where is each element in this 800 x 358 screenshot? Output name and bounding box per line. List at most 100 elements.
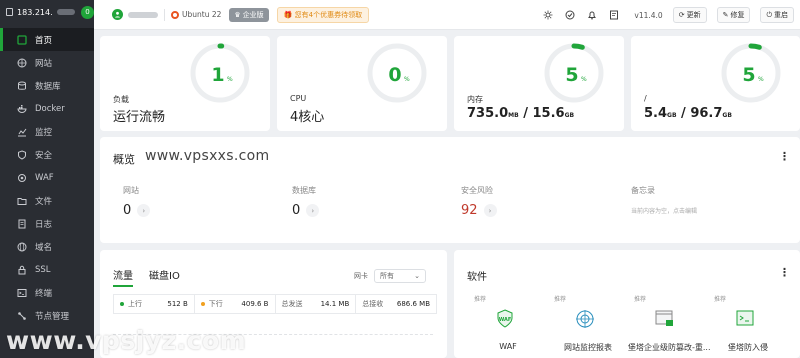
cpu-label: CPU [290,94,307,103]
recommend-tag: 推荐 [714,296,727,303]
ip-redacted [56,9,75,15]
version-label: v11.4.0 [634,10,663,20]
sidebar-item-security[interactable]: 安全 [0,143,94,166]
software-title: 软件 [467,272,487,283]
power-icon: ⏻ [766,10,772,19]
sidebar-item-terminal[interactable]: 终端 [0,281,94,304]
update-button[interactable]: ⟳ 更新 [672,7,707,23]
top-header: Ubuntu 22 ♛ 企业版 🎁 您有4个优惠券待领取 v11.4.0 ⟳ 更新… [94,0,800,30]
disk-label: / [644,94,647,103]
sidebar-item-logs[interactable]: 日志 [0,212,94,235]
load-gauge: 1 % [190,43,250,103]
restart-button[interactable]: ⏻ 重启 [760,7,794,23]
waf-icon: WAF [497,309,513,328]
restart-label: 重启 [774,11,788,19]
sidebar-item-ssl[interactable]: SSL [0,258,94,281]
traffic-tabs: 流量 磁盘IO [113,267,180,287]
tab-traffic[interactable]: 流量 [113,267,133,287]
total-sent-stat: 总发送 14.1 MB [276,295,357,313]
overview-websites[interactable]: 网站 0 › [123,185,151,218]
globe-icon [16,57,27,68]
risks-count: 92 [461,203,478,218]
cpu-percent: 0 [388,64,401,86]
overview-label: 数据库 [292,186,316,195]
sidebar-item-label: 节点管理 [35,311,70,322]
waf-shield-icon [16,172,27,183]
sidebar-item-monitor[interactable]: 监控 [0,120,94,143]
sidebar-item-website[interactable]: 网站 [0,51,94,74]
load-value: 运行流畅 [113,110,166,125]
ubuntu-icon [171,10,179,19]
sidebar-item-docker[interactable]: Docker [0,97,94,120]
memory-sep: / [518,106,533,121]
memory-card[interactable]: 5 % 内存 735.0MB / 15.6GB [454,36,624,131]
cpu-value: 4核心 [290,110,325,125]
server-header: 183.214. 0 [0,0,94,24]
recommend-tag: 推荐 [474,296,487,303]
theme-sun-icon[interactable] [542,9,554,21]
certificate-icon [16,264,27,275]
memo-hint: 当前内容为空，点击编辑 [631,208,698,215]
home-icon [16,34,27,45]
sidebar-item-home[interactable]: 首页 [0,28,94,51]
sidebar-item-label: 网站 [35,58,53,69]
stat-value: 409.6 B [241,300,269,308]
nic-label: 网卡 [354,272,368,280]
chevron-right-icon[interactable]: › [306,204,320,217]
tab-disk-io[interactable]: 磁盘IO [149,267,180,287]
overview-more-icon[interactable]: ⋮ [779,151,790,162]
sidebar-item-database[interactable]: 数据库 [0,74,94,97]
feedback-icon[interactable] [564,9,576,21]
coupon-label: 您有4个优惠券待领取 [294,10,363,19]
cpu-card[interactable]: 0 % CPU 4核心 [277,36,447,131]
sidebar-item-files[interactable]: 文件 [0,189,94,212]
stat-label: 上行 [128,300,142,308]
sidebar-item-label: 文件 [35,196,53,207]
sidebar-item-waf[interactable]: WAF [0,166,94,189]
monitor-icon [16,126,27,137]
header-actions: v11.4.0 ⟳ 更新 ✎ 修复 ⏻ 重启 [542,0,794,30]
coupon-promo[interactable]: 🎁 您有4个优惠券待领取 [276,6,370,23]
database-icon [16,80,27,91]
cpu-unit: % [404,76,410,83]
disk-total-unit: GB [722,112,732,119]
software-name: 堡塔防入侵 [728,343,768,352]
nic-select[interactable]: 所有 ⌄ [374,269,426,283]
wrench-icon: ✎ [722,11,729,19]
avatar[interactable] [112,9,123,20]
terminal-shield-icon [736,310,754,326]
sidebar-item-domain[interactable]: 域名 [0,235,94,258]
bell-icon[interactable] [586,9,598,21]
memory-total: 15.6 [532,106,565,121]
software-more-icon[interactable]: ⋮ [779,267,790,278]
memory-used-unit: MB [508,112,519,119]
sidebar-item-nodes[interactable]: 节点管理 [0,304,94,327]
software-name: 堡塔企业级防篡改-重... [628,343,711,352]
download-stat: 下行 409.6 B [195,295,276,313]
chevron-right-icon[interactable]: › [137,204,151,217]
svg-text:WAF: WAF [499,317,512,323]
cpu-gauge: 0 % [367,43,427,103]
overview-risks[interactable]: 安全风险 92 › [461,185,497,218]
load-card[interactable]: 1 % 负载 运行流畅 [100,36,270,131]
chevron-right-icon[interactable]: › [483,204,497,217]
overview-value: 0 › [292,203,320,218]
notes-icon[interactable] [608,9,620,21]
sidebar-item-label: 日志 [35,219,53,230]
shield-icon [16,149,27,160]
watermark: www.vpsjyz.com [6,326,247,355]
disk-unit: % [758,76,764,83]
overview-databases[interactable]: 数据库 0 › [292,185,320,218]
edition-badge[interactable]: ♛ 企业版 [229,7,269,22]
alert-badge[interactable]: 0 [81,5,94,19]
disk-card[interactable]: 5 % / 5.4GB / 96.7GB [631,36,800,131]
load-label: 负载 [113,95,129,104]
memory-used: 735.0 [467,106,509,121]
upload-stat: 上行 512 B [114,295,195,313]
folder-icon [16,195,27,206]
sidebar-item-label: 首页 [35,35,53,46]
repair-button[interactable]: ✎ 修复 [716,7,751,23]
software-card: 软件 ⋮ 推荐 WAF WAF 防护 购买 推荐 网站监控报表 报表 购买 推荐… [454,250,800,358]
overview-memo[interactable]: 备忘录 当前内容为空，点击编辑 [631,185,697,215]
download-dot [200,302,205,306]
